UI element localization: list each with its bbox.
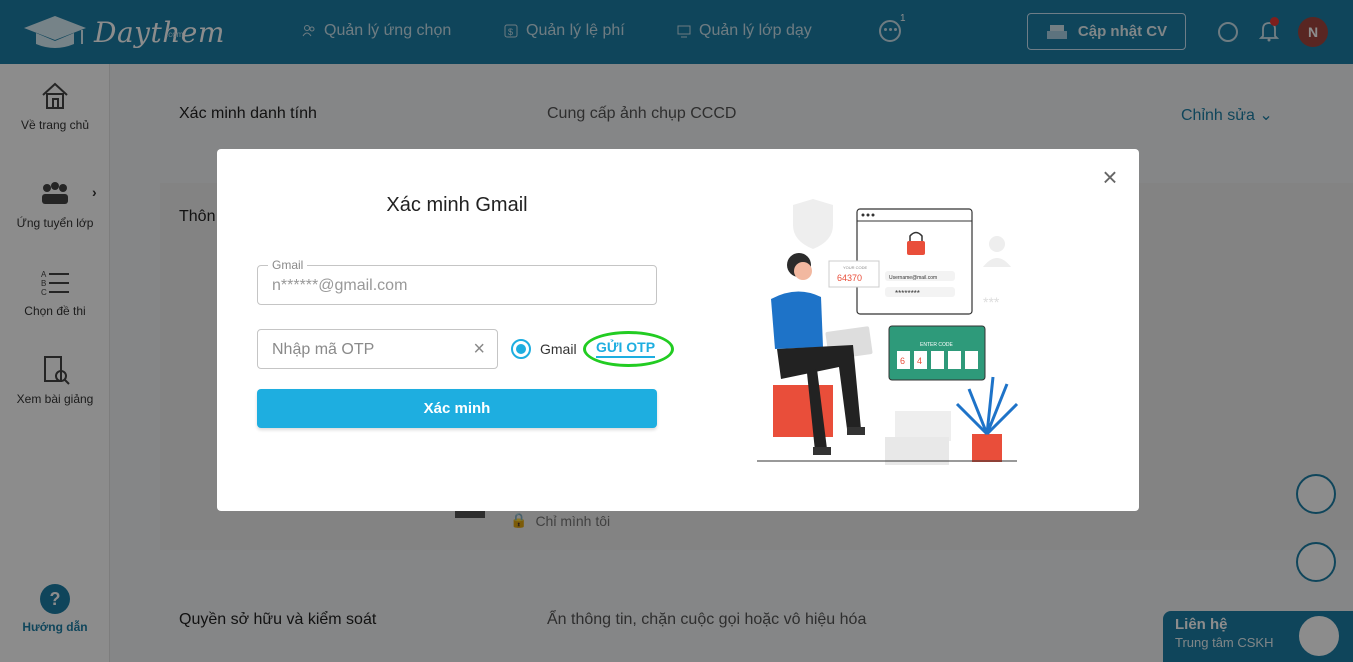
gmail-field-label: Gmail [268,258,308,272]
illustration-stars: *** [983,294,1000,310]
clear-icon[interactable]: × [473,338,485,361]
illustration-digit: 6 [900,356,905,366]
highlight-circle [583,331,674,367]
gmail-radio[interactable] [511,339,531,359]
verification-illustration: Username@mail.com ******** YOUR CODE 643… [757,199,1019,465]
close-icon[interactable]: × [1099,164,1121,190]
illustration-password: ******** [895,289,920,298]
gmail-radio-label: Gmail [540,341,577,357]
dialog-title: Xác minh Gmail [386,194,528,216]
otp-placeholder: Nhập mã OTP [272,341,375,358]
illustration-code-label: YOUR CODE [843,265,868,270]
verify-button[interactable]: Xác minh [257,389,657,428]
illustration-digit: 4 [917,356,922,366]
otp-input[interactable]: Nhập mã OTP × [257,329,498,369]
illustration-code: 64370 [837,273,862,283]
illustration-enter-code: ENTER CODE [920,342,953,348]
gmail-field-value: n******@gmail.com [272,277,408,294]
gmail-field[interactable]: Gmail n******@gmail.com [257,258,657,305]
verify-gmail-dialog: × Xác minh Gmail Gmail n******@gmail.com… [217,149,1139,511]
illustration-username: Username@mail.com [889,275,937,281]
